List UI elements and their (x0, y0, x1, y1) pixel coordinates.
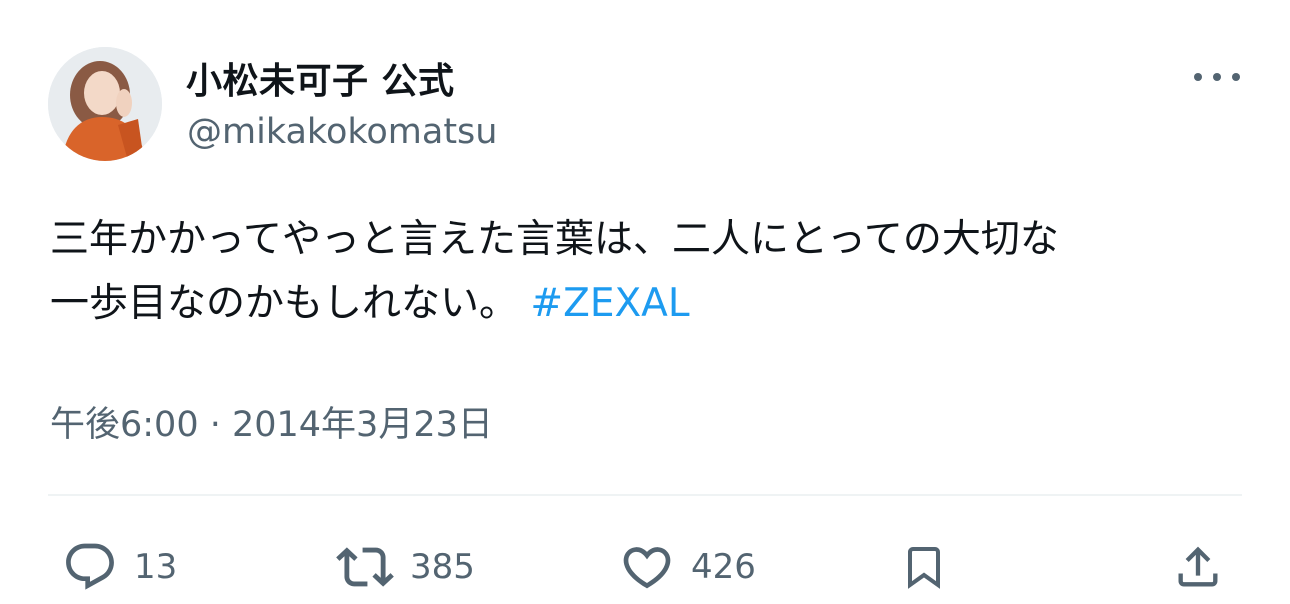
tweet-text-line-2: 一歩目なのかもしれない。 #ZEXAL (50, 272, 1250, 336)
bookmark-button[interactable] (900, 538, 948, 596)
more-dot (1232, 73, 1240, 81)
like-button[interactable]: 426 (619, 538, 756, 596)
reply-count: 13 (134, 547, 178, 587)
retweet-count: 385 (410, 547, 475, 587)
bookmark-icon (908, 547, 940, 589)
avatar-image (48, 47, 162, 161)
author-display-name[interactable]: 小松未可子 公式 (186, 52, 455, 104)
hashtag-link[interactable]: #ZEXAL (530, 281, 689, 326)
divider (48, 494, 1242, 496)
more-dot (1194, 73, 1202, 81)
more-icon[interactable] (1194, 64, 1240, 90)
author-handle[interactable]: @mikakokomatsu (187, 112, 497, 152)
tweet-text-line-1: 三年かかってやっと言えた言葉は、二人にとっての大切な (50, 217, 1059, 262)
retweet-icon (336, 547, 394, 587)
more-dot (1213, 73, 1221, 81)
tweet-text: 三年かかってやっと言えた言葉は、二人にとっての大切な 一歩目なのかもしれない。 … (50, 208, 1250, 336)
avatar[interactable] (48, 47, 162, 161)
share-icon (1178, 546, 1218, 587)
reply-icon (66, 543, 114, 590)
share-button[interactable] (1172, 538, 1224, 596)
retweet-button[interactable]: 385 (336, 538, 475, 596)
hashtag-spacer (518, 281, 530, 326)
heart-icon (623, 547, 671, 589)
like-count: 426 (691, 547, 756, 587)
timestamp[interactable]: 午後6:00 · 2014年3月23日 (50, 396, 493, 447)
tweet-text-line-2-body: 一歩目なのかもしれない。 (50, 281, 519, 326)
reply-button[interactable]: 13 (62, 538, 177, 596)
